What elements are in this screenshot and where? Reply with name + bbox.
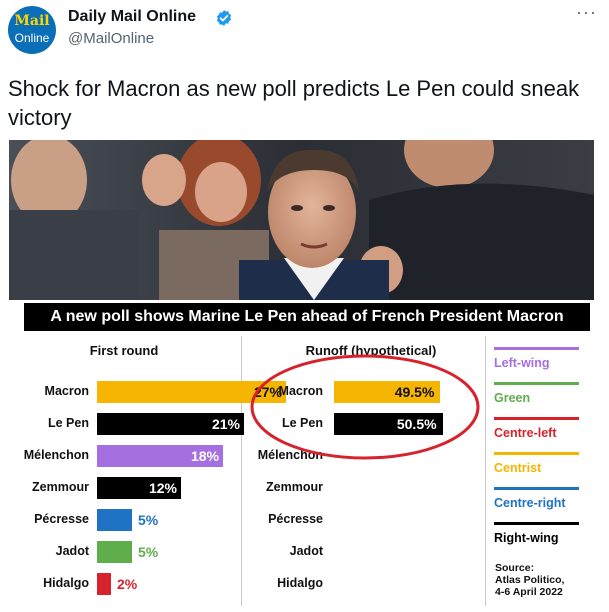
first-round-heading: First round — [89, 343, 159, 358]
source-label: Source: — [495, 562, 535, 574]
source-publisher: Atlas Politico, — [495, 574, 565, 586]
source-note: Source: Atlas Politico, 4-6 April 2022 — [495, 562, 564, 598]
legend-label: Centre-right — [494, 496, 566, 510]
legend-label: Right-wing — [494, 531, 559, 545]
first-round-candidate-label: Macron — [44, 384, 89, 398]
more-options-icon[interactable]: ··· — [576, 2, 597, 23]
first-round-candidate-label: Zemmour — [32, 480, 89, 494]
legend-label: Left-wing — [494, 356, 550, 370]
first-round-value-label: 12% — [148, 480, 177, 496]
first-round-bar — [97, 541, 132, 563]
news-photo[interactable] — [9, 140, 594, 300]
legend-divider — [485, 336, 486, 606]
crowd-photo-illustration — [9, 140, 594, 300]
runoff-candidate-label: Zemmour — [266, 480, 323, 494]
source-date: 4-6 April 2022 — [495, 586, 563, 598]
legend-swatch — [494, 417, 579, 420]
first-round-value-label: 21% — [211, 416, 240, 432]
first-round-candidate-label: Pécresse — [34, 512, 89, 526]
legend-swatch — [494, 382, 579, 385]
avatar-logo-subtext: Online — [14, 31, 50, 45]
runoff-candidate-label: Jadot — [289, 544, 323, 558]
legend-swatch — [494, 452, 579, 455]
first-round-candidate-label: Le Pen — [48, 416, 89, 430]
first-round-bar — [97, 573, 111, 595]
first-round-bar — [97, 509, 132, 531]
first-round-candidate-label: Mélenchon — [23, 448, 89, 462]
first-round-value-label: 5% — [138, 512, 159, 528]
avatar-logo-text: Mail — [14, 13, 50, 29]
highlight-ellipse — [250, 354, 480, 460]
first-round-value-label: 2% — [117, 576, 138, 592]
runoff-candidate-label: Hidalgo — [277, 576, 323, 590]
legend-label: Green — [494, 391, 531, 405]
column-divider — [241, 336, 242, 606]
account-handle[interactable]: @MailOnline — [68, 30, 154, 47]
legend-label: Centre-left — [494, 426, 557, 440]
legend-swatch — [494, 522, 579, 525]
avatar[interactable]: Mail Online — [8, 6, 56, 54]
legend-label: Centrist — [494, 461, 542, 475]
first-round-candidate-label: Jadot — [55, 544, 89, 558]
runoff-candidate-label: Pécresse — [268, 512, 323, 526]
first-round-candidate-label: Hidalgo — [43, 576, 89, 590]
verified-badge-icon — [216, 10, 232, 26]
infographic-banner: A new poll shows Marine Le Pen ahead of … — [24, 303, 590, 331]
poll-infographic: A new poll shows Marine Le Pen ahead of … — [9, 300, 594, 608]
first-round-value-label: 5% — [138, 544, 159, 560]
account-name[interactable]: Daily Mail Online — [68, 8, 196, 26]
first-round-value-label: 18% — [190, 448, 219, 464]
legend-swatch — [494, 487, 579, 490]
legend-swatch — [494, 347, 579, 350]
tweet-text: Shock for Macron as new poll predicts Le… — [8, 76, 580, 130]
